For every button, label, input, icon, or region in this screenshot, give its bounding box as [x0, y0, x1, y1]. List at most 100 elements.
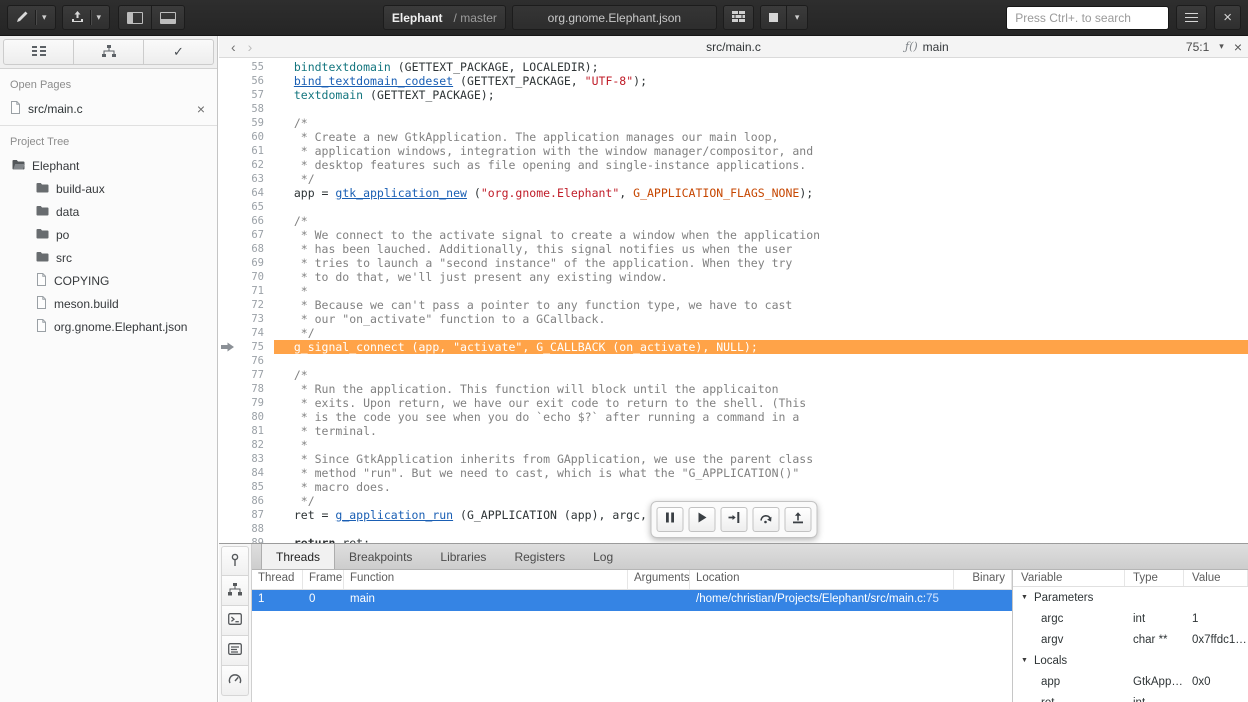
variable-group-row[interactable]: ▼Locals	[1013, 650, 1248, 671]
code-line[interactable]: 76	[219, 354, 1248, 368]
code-line[interactable]: 64 app = gtk_application_new ("org.gnome…	[219, 186, 1248, 200]
window-close-button[interactable]: ×	[1214, 5, 1241, 30]
column-header-arguments[interactable]: Arguments	[628, 570, 690, 589]
code-line[interactable]: 61 * application windows, integration wi…	[219, 144, 1248, 158]
breakpoint-margin[interactable]	[219, 102, 236, 116]
tree-item[interactable]: src	[0, 246, 217, 269]
breakpoint-margin[interactable]	[219, 270, 236, 284]
column-header-value[interactable]: Value	[1184, 570, 1248, 586]
breakpoint-margin[interactable]	[219, 466, 236, 480]
close-page-icon[interactable]: ×	[193, 102, 209, 116]
code-line[interactable]: 84 * method "run". But we need to cast, …	[219, 466, 1248, 480]
tree-item[interactable]: build-aux	[0, 177, 217, 200]
sidebar-tab-build[interactable]	[74, 39, 144, 65]
toggle-bottom-panel-button[interactable]	[152, 5, 185, 30]
breakpoint-margin[interactable]	[219, 130, 236, 144]
breakpoint-margin[interactable]	[219, 214, 236, 228]
code-line[interactable]: 72 * Because we can't pass a pointer to …	[219, 298, 1248, 312]
code-line[interactable]: 71 *	[219, 284, 1248, 298]
nav-forward-icon[interactable]: ›	[242, 39, 259, 55]
symbol-selector[interactable]: ƒ() main	[905, 40, 949, 54]
code-line[interactable]: 65	[219, 200, 1248, 214]
breakpoint-margin[interactable]	[219, 144, 236, 158]
variable-row[interactable]: appGtkAppli…0x0	[1013, 671, 1248, 692]
code-line[interactable]: 79 * exits. Upon return, we have our exi…	[219, 396, 1248, 410]
code-line[interactable]: 69 * tries to launch a "second instance"…	[219, 256, 1248, 270]
tab-log[interactable]: Log	[579, 544, 627, 569]
tree-item[interactable]: po	[0, 223, 217, 246]
open-page-item[interactable]: src/main.c ×	[0, 97, 217, 126]
nav-back-icon[interactable]: ‹	[225, 39, 242, 55]
column-header-variable[interactable]: Variable	[1013, 570, 1125, 586]
run-options-button[interactable]: ▾	[787, 5, 809, 30]
step-over-button[interactable]	[752, 507, 779, 532]
breakpoint-margin[interactable]	[219, 522, 236, 536]
code-line[interactable]: 73 * our "on_activate" function to a GCa…	[219, 312, 1248, 326]
step-in-button[interactable]	[720, 507, 747, 532]
expander-triangle-icon[interactable]: ▼	[1021, 657, 1028, 664]
breakpoint-margin[interactable]	[219, 494, 236, 508]
sidebar-tab-todo[interactable]: ✓	[144, 39, 214, 65]
sidebar-tab-pages[interactable]	[3, 39, 74, 65]
tree-item[interactable]: Elephant	[0, 154, 217, 177]
continue-button[interactable]	[688, 507, 715, 532]
breakpoint-margin[interactable]	[219, 172, 236, 186]
export-tool-button[interactable]: ▾	[62, 5, 111, 30]
column-header-location[interactable]: Location	[690, 570, 954, 589]
breakpoint-margin[interactable]	[219, 536, 236, 543]
breakpoint-margin[interactable]	[219, 158, 236, 172]
breakpoint-margin[interactable]	[219, 256, 236, 270]
code-line[interactable]: 56 bind_textdomain_codeset (GETTEXT_PACK…	[219, 74, 1248, 88]
tab-registers[interactable]: Registers	[500, 544, 579, 569]
tab-threads[interactable]: Threads	[261, 544, 335, 569]
step-out-button[interactable]	[784, 507, 811, 532]
breakpoint-margin[interactable]	[219, 326, 236, 340]
code-line[interactable]: 58	[219, 102, 1248, 116]
breakpoint-margin[interactable]	[219, 410, 236, 424]
code-line[interactable]: 83 * Since GtkApplication inherits from …	[219, 452, 1248, 466]
editor-close-icon[interactable]: ×	[1234, 39, 1242, 55]
code-line[interactable]: 81 * terminal.	[219, 424, 1248, 438]
breakpoint-margin[interactable]	[219, 340, 236, 354]
breakpoint-margin[interactable]	[219, 186, 236, 200]
tree-item[interactable]: meson.build	[0, 292, 217, 315]
breakpoint-margin[interactable]	[219, 396, 236, 410]
breakpoint-margin[interactable]	[219, 200, 236, 214]
code-line[interactable]: 82 *	[219, 438, 1248, 452]
tree-item[interactable]: data	[0, 200, 217, 223]
code-line[interactable]: 62 * desktop features such as file openi…	[219, 158, 1248, 172]
breakpoint-margin[interactable]	[219, 438, 236, 452]
output-panel-button[interactable]	[221, 636, 249, 666]
code-line[interactable]: 63 */	[219, 172, 1248, 186]
code-line[interactable]: 85 * macro does.	[219, 480, 1248, 494]
toggle-left-panel-button[interactable]	[118, 5, 152, 30]
chevron-down-icon[interactable]: ▾	[1219, 42, 1224, 51]
column-header-function[interactable]: Function	[344, 570, 628, 589]
breakpoint-margin[interactable]	[219, 354, 236, 368]
build-button[interactable]	[723, 5, 754, 30]
code-line[interactable]: 75 g_signal_connect (app, "activate", G_…	[219, 340, 1248, 354]
breakpoint-margin[interactable]	[219, 424, 236, 438]
tab-breakpoints[interactable]: Breakpoints	[335, 544, 426, 569]
build-pipeline-panel-button[interactable]	[221, 576, 249, 606]
menu-button[interactable]	[1176, 5, 1207, 30]
tree-item[interactable]: COPYING	[0, 269, 217, 292]
code-line[interactable]: 80 * is the code you see when you do `ec…	[219, 410, 1248, 424]
code-line[interactable]: 68 * has been lauched. Additionally, thi…	[219, 242, 1248, 256]
variable-group-row[interactable]: ▼Parameters	[1013, 587, 1248, 608]
breakpoint-margin[interactable]	[219, 242, 236, 256]
breakpoint-margin[interactable]	[219, 298, 236, 312]
expander-triangle-icon[interactable]: ▼	[1021, 594, 1028, 601]
breakpoint-margin[interactable]	[219, 284, 236, 298]
breakpoint-margin[interactable]	[219, 74, 236, 88]
variable-row[interactable]: argvchar **0x7ffdc1…	[1013, 629, 1248, 650]
project-button[interactable]: Elephant/ master	[383, 5, 506, 30]
breakpoint-margin[interactable]	[219, 480, 236, 494]
debugger-panel-button[interactable]	[221, 546, 249, 576]
thread-row[interactable]: 10main/home/christian/Projects/Elephant/…	[252, 590, 1012, 611]
breakpoint-margin[interactable]	[219, 368, 236, 382]
breakpoint-margin[interactable]	[219, 88, 236, 102]
variable-row[interactable]: retint	[1013, 692, 1248, 702]
code-line[interactable]: 77 /*	[219, 368, 1248, 382]
build-config-button[interactable]: org.gnome.Elephant.json	[512, 5, 717, 30]
